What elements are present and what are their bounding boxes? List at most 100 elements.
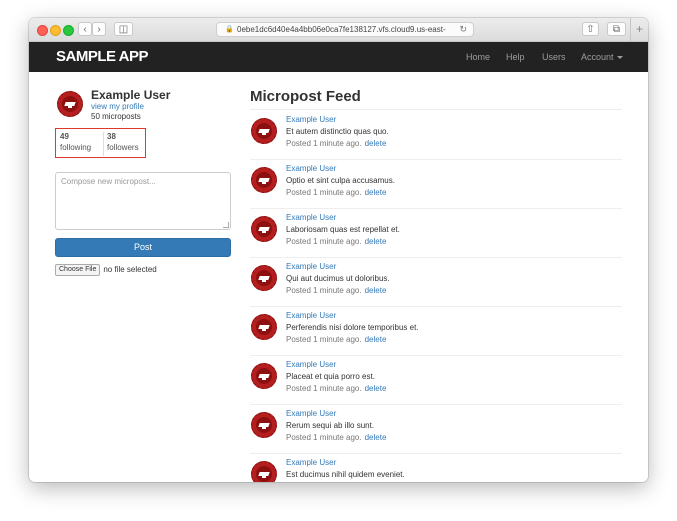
title-bar: ‹ › ◫ 🔒 0ebe1dc6d40e4a4bb06e0ca7fe138127… (29, 18, 648, 42)
avatar[interactable] (251, 167, 277, 193)
post-user-link[interactable]: Example User (286, 311, 336, 320)
post-user-link[interactable]: Example User (286, 409, 336, 418)
reload-icon[interactable]: ↻ (459, 23, 467, 36)
compose-placeholder: Compose new micropost... (61, 177, 156, 186)
share-icon: ⇧ (586, 24, 595, 35)
avatar[interactable] (251, 412, 277, 438)
tabs-overview-button[interactable]: ⧉ (607, 22, 626, 36)
post-timestamp: Posted 1 minute ago. delete (286, 433, 386, 442)
avatar[interactable] (251, 265, 277, 291)
sidebar: Example User view my profile 50 micropos… (55, 88, 235, 276)
followers-count: 38 (107, 132, 116, 141)
followers-stat[interactable]: 38 followers (103, 132, 139, 156)
avatar[interactable] (251, 118, 277, 144)
share-button[interactable]: ⇧ (582, 22, 599, 36)
new-tab-button[interactable]: + (630, 18, 648, 41)
followers-label: followers (107, 143, 139, 152)
following-label: following (60, 143, 92, 152)
user-name[interactable]: Example User (91, 88, 170, 102)
microposts-count: 50 microposts (91, 112, 141, 121)
post-time-text: Posted 1 minute ago. (286, 335, 362, 344)
stats-highlight-box: 49 following 38 followers (55, 128, 146, 158)
plus-icon: + (635, 22, 643, 36)
micropost-item: Example User Et autem distinctio quas qu… (250, 110, 622, 160)
choose-file-button[interactable]: Choose File (55, 264, 101, 276)
nav-help[interactable]: Help (506, 52, 525, 62)
user-info: Example User view my profile 50 micropos… (55, 88, 235, 124)
address-bar[interactable]: 🔒 0ebe1dc6d40e4a4bb06e0ca7fe138127.vfs.c… (216, 22, 474, 37)
chevron-right-icon: › (97, 24, 101, 35)
avatar[interactable] (251, 461, 277, 482)
avatar[interactable] (251, 216, 277, 242)
minimize-window-button[interactable] (50, 25, 61, 36)
post-user-link[interactable]: Example User (286, 262, 336, 271)
micropost-feed: Micropost Feed Example User Et autem dis… (250, 88, 622, 482)
nav-home[interactable]: Home (466, 52, 490, 62)
micropost-item: Example User Laboriosam quas est repella… (250, 208, 622, 258)
post-time-text: Posted 1 minute ago. (286, 286, 362, 295)
post-time-text: Posted 1 minute ago. (286, 384, 362, 393)
micropost-item: Example User Rerum sequi ab illo sunt. P… (250, 404, 622, 454)
view-profile-link[interactable]: view my profile (91, 102, 144, 111)
post-user-link[interactable]: Example User (286, 213, 336, 222)
post-content: Est ducimus nihil quidem eveniet. (286, 470, 405, 479)
delete-link[interactable]: delete (365, 286, 387, 295)
avatar[interactable] (251, 363, 277, 389)
delete-link[interactable]: delete (365, 384, 387, 393)
following-count: 49 (60, 132, 69, 141)
delete-link[interactable]: delete (365, 188, 387, 197)
post-timestamp: Posted 1 minute ago. delete (286, 237, 386, 246)
caret-down-icon (616, 56, 623, 60)
micropost-item: Example User Est ducimus nihil quidem ev… (250, 453, 622, 482)
zoom-window-button[interactable] (63, 25, 74, 36)
tabs-icon: ⧉ (612, 24, 621, 35)
post-timestamp: Posted 1 minute ago. delete (286, 188, 386, 197)
post-user-link[interactable]: Example User (286, 164, 336, 173)
post-content: Optio et sint culpa accusamus. (286, 176, 395, 185)
compose-textarea[interactable]: Compose new micropost... (55, 172, 231, 230)
post-user-link[interactable]: Example User (286, 115, 336, 124)
close-window-button[interactable] (37, 25, 48, 36)
post-content: Perferendis nisi dolore temporibus et. (286, 323, 419, 332)
post-content: Rerum sequi ab illo sunt. (286, 421, 375, 430)
post-content: Qui aut ducimus ut doloribus. (286, 274, 390, 283)
post-timestamp: Posted 1 minute ago. delete (286, 139, 386, 148)
micropost-item: Example User Optio et sint culpa accusam… (250, 159, 622, 209)
post-content: Placeat et quia porro est. (286, 372, 375, 381)
delete-link[interactable]: delete (365, 237, 387, 246)
chevron-left-icon: ‹ (83, 24, 87, 35)
navbar: SAMPLE APP Home Help Users Account (29, 42, 648, 72)
avatar[interactable] (57, 91, 83, 117)
post-time-text: Posted 1 minute ago. (286, 188, 362, 197)
file-upload: Choose File no file selected (55, 264, 157, 276)
lock-icon: 🔒 (225, 26, 234, 33)
sidebar-toggle-button[interactable]: ◫ (114, 22, 133, 36)
post-user-link[interactable]: Example User (286, 360, 336, 369)
nav-users[interactable]: Users (542, 52, 566, 62)
brand-logo[interactable]: SAMPLE APP (56, 48, 148, 65)
nav-account[interactable]: Account (581, 52, 623, 62)
post-timestamp: Posted 1 minute ago. delete (286, 335, 386, 344)
post-time-text: Posted 1 minute ago. (286, 237, 362, 246)
browser-window: ‹ › ◫ 🔒 0ebe1dc6d40e4a4bb06e0ca7fe138127… (29, 18, 648, 482)
feed-title: Micropost Feed (250, 88, 361, 105)
following-stat[interactable]: 49 following (60, 132, 91, 152)
nav-account-label: Account (581, 52, 614, 62)
avatar[interactable] (251, 314, 277, 340)
post-timestamp: Posted 1 minute ago. delete (286, 286, 386, 295)
micropost-item: Example User Perferendis nisi dolore tem… (250, 306, 622, 356)
forward-button[interactable]: › (92, 22, 106, 36)
post-time-text: Posted 1 minute ago. (286, 433, 362, 442)
post-user-link[interactable]: Example User (286, 458, 336, 467)
url-text: 0ebe1dc6d40e4a4bb06e0ca7fe138127.vfs.clo… (237, 25, 446, 34)
post-timestamp: Posted 1 minute ago. delete (286, 384, 386, 393)
resize-grip-icon[interactable] (223, 222, 229, 228)
post-content: Et autem distinctio quas quo. (286, 127, 389, 136)
delete-link[interactable]: delete (365, 139, 387, 148)
delete-link[interactable]: delete (365, 433, 387, 442)
back-button[interactable]: ‹ (78, 22, 92, 36)
post-content: Laboriosam quas est repellat et. (286, 225, 400, 234)
post-button[interactable]: Post (55, 238, 231, 257)
delete-link[interactable]: delete (365, 335, 387, 344)
micropost-item: Example User Placeat et quia porro est. … (250, 355, 622, 405)
